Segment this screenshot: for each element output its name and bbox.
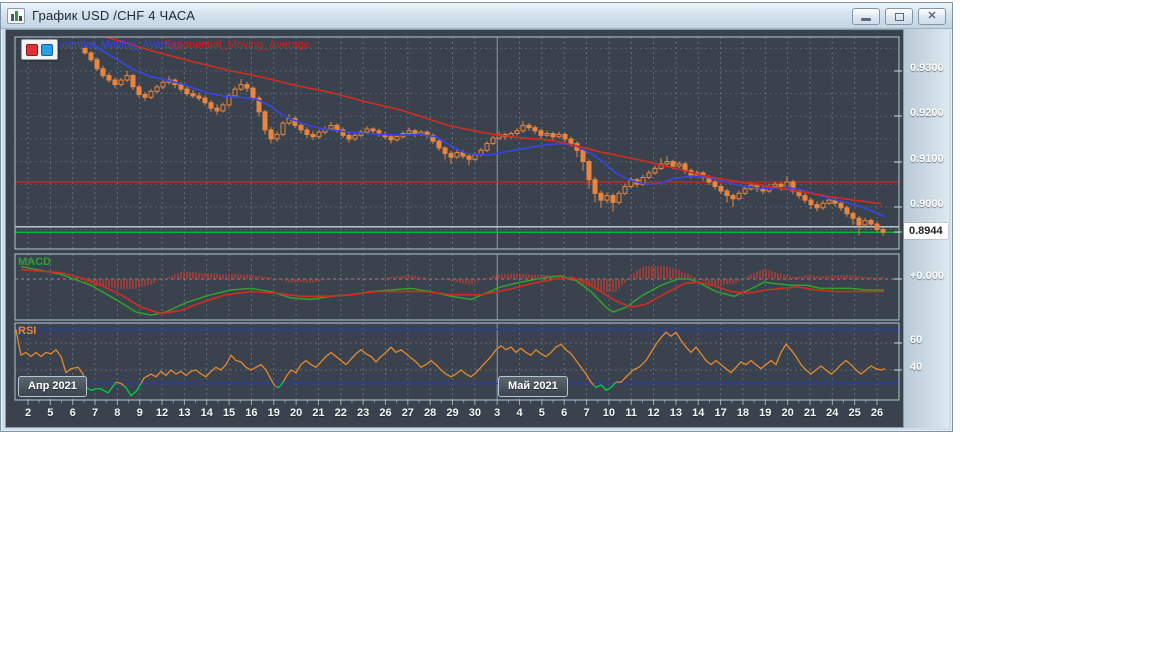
time-label: 15 — [222, 407, 236, 419]
price-label: 0.9300 — [910, 62, 944, 74]
month-marker-may: Май 2021 — [498, 376, 568, 397]
time-label: 12 — [647, 407, 660, 419]
rsi-level-40-label: 40 — [910, 361, 923, 373]
time-label: 4 — [516, 407, 523, 419]
time-label: 18 — [736, 407, 750, 419]
blue-swatch-button[interactable] — [41, 43, 53, 56]
time-label: 11 — [625, 407, 638, 419]
time-label: 28 — [424, 407, 437, 419]
indicator-buttons-panel — [21, 39, 58, 60]
time-label: 5 — [47, 407, 54, 419]
time-label: 8 — [114, 407, 121, 419]
time-label: 7 — [583, 407, 590, 419]
legend-ema-fast: Exponential_Moving_Average — [37, 39, 183, 51]
macd-label: MACD — [18, 256, 51, 268]
time-label: 10 — [602, 407, 616, 419]
time-label: 16 — [245, 407, 258, 419]
time-label: 6 — [561, 407, 568, 419]
rsi-level-60-label: 60 — [910, 334, 923, 346]
time-label: 14 — [692, 407, 705, 419]
time-label: 21 — [803, 407, 817, 419]
time-label: 6 — [69, 407, 76, 419]
price-chart-svg[interactable] — [6, 30, 903, 427]
window-content: Exponential_Moving_Average Exponential_M… — [1, 29, 952, 431]
current-price-badge: 0.8944 — [904, 223, 948, 239]
minimize-button[interactable] — [852, 8, 880, 25]
price-label: 0.9200 — [910, 107, 944, 119]
time-label: 20 — [289, 407, 303, 419]
rsi-label: RSI — [18, 325, 37, 337]
time-label: 27 — [401, 407, 414, 419]
time-label: 17 — [714, 407, 727, 419]
restore-button[interactable] — [885, 8, 913, 25]
red-swatch-button[interactable] — [26, 43, 38, 56]
time-label: 2 — [24, 407, 32, 419]
title-bar[interactable]: График USD /CHF 4 ЧАСА ✕ — [1, 3, 952, 29]
legend-ema-slow: Exponential_Moving_Average — [164, 39, 310, 51]
minimize-icon — [861, 18, 871, 21]
time-label: 13 — [669, 407, 683, 419]
time-label: 3 — [494, 407, 501, 419]
chart-region[interactable]: Exponential_Moving_Average Exponential_M… — [5, 29, 904, 428]
time-label: 19 — [267, 407, 280, 419]
window-title: График USD /CHF 4 ЧАСА — [32, 8, 196, 23]
price-label: 0.9100 — [910, 153, 944, 165]
time-label: 26 — [870, 407, 884, 419]
close-button[interactable]: ✕ — [918, 8, 946, 25]
time-label: 26 — [379, 407, 392, 419]
restore-icon — [894, 12, 904, 21]
price-axis: 0.9300 0.9200 0.9100 0.9000 0.8944 +0.00… — [904, 29, 949, 428]
time-label: 12 — [155, 407, 169, 419]
close-icon: ✕ — [927, 10, 937, 22]
macd-zero-label: +0.000 — [910, 270, 944, 282]
price-label: 0.9000 — [910, 198, 944, 210]
time-label: 14 — [200, 407, 213, 419]
time-label: 20 — [781, 407, 794, 419]
chart-window: График USD /CHF 4 ЧАСА ✕ Exponential_Mov… — [0, 2, 953, 432]
time-label: 9 — [136, 407, 143, 419]
time-label: 21 — [312, 407, 325, 419]
time-label: 24 — [826, 407, 839, 419]
time-label: 23 — [357, 407, 370, 419]
time-label: 7 — [91, 407, 99, 419]
time-label: 13 — [178, 407, 191, 419]
chart-icon — [7, 7, 25, 24]
time-label: 25 — [848, 407, 861, 419]
time-label: 22 — [334, 407, 347, 419]
time-label: 30 — [468, 407, 481, 419]
month-marker-april: Апр 2021 — [18, 376, 87, 397]
time-label: 19 — [759, 407, 772, 419]
time-label: 29 — [446, 407, 459, 419]
time-label: 5 — [538, 407, 545, 419]
